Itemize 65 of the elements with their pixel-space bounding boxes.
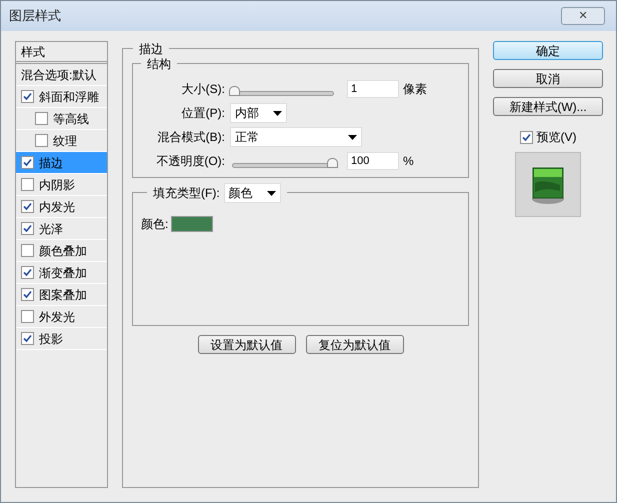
checkbox[interactable] bbox=[35, 134, 48, 147]
dropdown[interactable]: 正常 bbox=[230, 127, 362, 147]
group-title: 结构 bbox=[141, 55, 177, 73]
checkbox[interactable] bbox=[21, 266, 34, 279]
list-item-label: 光泽 bbox=[39, 220, 63, 238]
list-item[interactable]: 渐变叠加 bbox=[16, 262, 107, 284]
checkbox[interactable] bbox=[21, 222, 34, 235]
list-header: 样式 bbox=[16, 42, 107, 64]
field-label: 大小(S): bbox=[180, 81, 225, 98]
dialog-button[interactable]: 取消 bbox=[493, 69, 603, 88]
field-label: 不透明度(O): bbox=[155, 153, 225, 170]
caret-icon bbox=[273, 110, 282, 116]
list-item-label: 渐变叠加 bbox=[39, 264, 87, 282]
list-item-label: 描边 bbox=[39, 154, 63, 172]
dialog-button[interactable]: 新建样式(W)... bbox=[493, 97, 603, 116]
list-item[interactable]: 斜面和浮雕 bbox=[16, 86, 107, 108]
list-item[interactable]: 混合选项:默认 bbox=[16, 64, 107, 86]
list-item[interactable]: 投影 bbox=[16, 328, 107, 350]
color-swatch[interactable] bbox=[171, 216, 214, 232]
field-label: 颜色: bbox=[141, 216, 168, 233]
caret-icon bbox=[266, 190, 276, 196]
caret-icon bbox=[348, 134, 357, 140]
input-field[interactable]: 1 bbox=[347, 80, 399, 98]
list-item-label: 等高线 bbox=[53, 110, 89, 128]
list-item[interactable]: 颜色叠加 bbox=[16, 240, 107, 262]
list-item-label: 投影 bbox=[39, 330, 63, 348]
list-item-label: 外发光 bbox=[39, 308, 75, 326]
unit-label: % bbox=[403, 153, 414, 170]
preview-label: 预览(V) bbox=[536, 129, 576, 146]
default-button[interactable]: 设置为默认值 bbox=[198, 335, 296, 354]
list-item[interactable]: 图案叠加 bbox=[16, 284, 107, 306]
list-item[interactable]: 内阴影 bbox=[16, 174, 107, 196]
default-button[interactable]: 复位为默认值 bbox=[306, 335, 404, 354]
checkbox[interactable] bbox=[21, 90, 34, 103]
checkbox[interactable] bbox=[21, 310, 34, 323]
list-item-label: 内阴影 bbox=[39, 176, 75, 194]
field-label: 位置(P): bbox=[180, 105, 225, 122]
list-item-label: 纹理 bbox=[53, 132, 77, 150]
checkbox[interactable] bbox=[520, 130, 532, 144]
checkbox[interactable] bbox=[21, 332, 34, 345]
dropdown[interactable]: 颜色 bbox=[224, 183, 281, 203]
checkbox[interactable] bbox=[21, 156, 34, 169]
field-label: 填充类型(F): bbox=[153, 185, 220, 202]
list-item-label: 内发光 bbox=[39, 198, 75, 216]
list-item[interactable]: 描边 bbox=[16, 152, 107, 174]
list-item[interactable]: 光泽 bbox=[16, 218, 107, 240]
input-field[interactable]: 100 bbox=[347, 152, 399, 170]
list-item-label: 图案叠加 bbox=[39, 286, 87, 304]
tile-icon bbox=[530, 164, 566, 204]
checkbox[interactable] bbox=[21, 200, 34, 213]
dropdown[interactable]: 内部 bbox=[230, 103, 287, 123]
field-label: 混合模式(B): bbox=[156, 129, 225, 146]
list-item-label: 颜色叠加 bbox=[39, 242, 87, 260]
checkbox[interactable] bbox=[21, 288, 34, 301]
checkbox[interactable] bbox=[21, 178, 34, 191]
list-item[interactable]: 内发光 bbox=[16, 196, 107, 218]
unit-label: 像素 bbox=[403, 81, 427, 98]
checkbox[interactable] bbox=[21, 244, 34, 257]
list-item[interactable]: 等高线 bbox=[16, 108, 107, 130]
list-item-label: 斜面和浮雕 bbox=[39, 88, 99, 106]
window-title: 图层样式 bbox=[9, 7, 61, 26]
close-button[interactable]: ✕ bbox=[561, 7, 605, 25]
list-item[interactable]: 外发光 bbox=[16, 306, 107, 328]
dialog-button[interactable]: 确定 bbox=[493, 41, 603, 60]
checkbox[interactable] bbox=[35, 112, 48, 125]
